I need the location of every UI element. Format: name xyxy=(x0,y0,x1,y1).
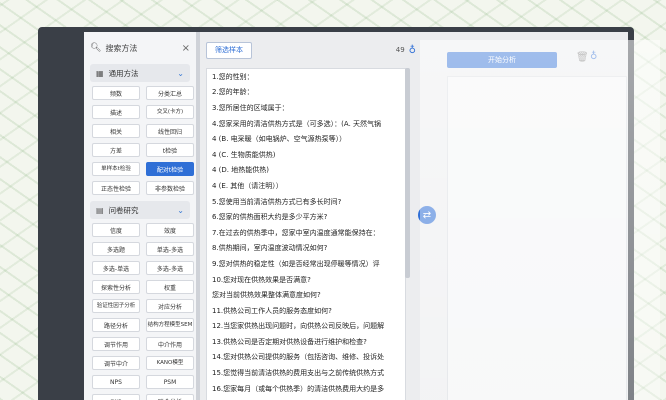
grid-icon: ▦ xyxy=(96,68,104,78)
method-sidebar: 🔍︎ 搜索方法 × ▦ 通用方法 ⌄ 频数 分类汇总 描述 交叉(卡方) 相关 线性回归方… xyxy=(84,32,197,400)
variable-item[interactable]: 4 (B. 电采暖（如电锅炉、空气源热泵等）） xyxy=(207,131,405,147)
app-window: 🔍︎ 搜索方法 × ▦ 通用方法 ⌄ 频数 分类汇总 描述 交叉(卡方) 相关 线性回归方… xyxy=(84,32,628,400)
variable-item[interactable]: 9.您对供热的稳定性（如是否经常出现停暖等情况）评 xyxy=(207,256,405,272)
method-button[interactable]: 交叉(卡方) xyxy=(146,105,194,119)
analysis-panel: 开始分析 🗑︎ ♁ xyxy=(444,40,628,400)
method-button[interactable]: 频数 xyxy=(92,86,140,100)
variable-item[interactable]: 4 (C. 生物质能供热) xyxy=(207,147,405,163)
variable-item[interactable]: 13.供热公司是否定期对供热设备进行维护和检查? xyxy=(207,334,405,350)
variable-item[interactable]: 4 (D. 地热能供热) xyxy=(207,163,405,179)
chevron-down-icon: ⌄ xyxy=(177,205,184,215)
variable-item[interactable]: 您对当前供热效果整体满意度如何? xyxy=(207,287,405,303)
variable-panel: 筛选样本 49 ♁ 1.您的性别： 2.您的年龄： 3.您所居住的区域属于： 4.您家… xyxy=(206,40,416,400)
questionnaire-methods-grid: 信度 效度 多选题 单选-多选 多选-单选 多选-多选 探索性分析 权重 验证性因子分析 对应分析… xyxy=(92,223,194,400)
chevron-down-icon: ⌄ xyxy=(177,68,184,78)
general-methods-grid: 频数 分类汇总 描述 交叉(卡方) 相关 线性回归 方差 t检验 单样本t检验 配对t检验 正态性检… xyxy=(92,86,194,195)
method-button[interactable]: 探索性分析 xyxy=(92,280,140,294)
method-button[interactable]: 多选题 xyxy=(92,242,140,256)
lightbulb-icon[interactable]: ♁ xyxy=(409,45,416,56)
method-button[interactable]: t检验 xyxy=(146,143,194,157)
method-button[interactable]: 路径分析 xyxy=(92,318,140,332)
method-button[interactable]: 信度 xyxy=(92,223,140,237)
analysis-drop-area[interactable] xyxy=(447,76,627,400)
variable-item[interactable]: 4 (E. 其他（请注明）） xyxy=(207,178,405,194)
start-analysis-button[interactable]: 开始分析 xyxy=(447,52,557,68)
section-general-methods[interactable]: ▦ 通用方法 ⌄ xyxy=(90,64,190,82)
variable-list-scrollbar[interactable] xyxy=(405,68,410,278)
variable-count: 49 xyxy=(395,46,405,54)
variable-item[interactable]: 1.您的性别： xyxy=(207,69,405,85)
method-button[interactable]: rwg xyxy=(92,394,140,400)
method-button[interactable]: 多选-多选 xyxy=(146,261,194,275)
section-label: 通用方法 xyxy=(108,68,139,78)
method-button[interactable]: 多选-单选 xyxy=(92,261,140,275)
method-button[interactable]: 调节作用 xyxy=(92,337,140,351)
method-button[interactable]: 单样本t检验 xyxy=(92,162,140,176)
method-button[interactable]: 正态性检验 xyxy=(92,181,140,195)
swap-icon[interactable]: ⇄ xyxy=(418,206,436,224)
close-icon[interactable]: × xyxy=(182,43,190,54)
method-button[interactable]: 线性回归 xyxy=(146,124,194,138)
method-search[interactable]: 🔍︎ 搜索方法 × xyxy=(90,36,190,60)
variable-item[interactable]: 4.您家采用的清洁供热方式是（可多选）：(A. 天然气锅 xyxy=(207,116,405,132)
method-button[interactable]: 描述 xyxy=(92,105,140,119)
filter-sample-button[interactable]: 筛选样本 xyxy=(206,41,252,59)
variable-item[interactable]: 3.您所居住的区域属于： xyxy=(207,100,405,116)
variable-item[interactable]: 6.您家的供热面积大约是多少平方米? xyxy=(207,209,405,225)
method-button[interactable]: PSM xyxy=(146,375,194,389)
variable-item[interactable]: 12.当您家供热出现问题时，向供热公司反映后，问题解 xyxy=(207,319,405,335)
variable-item[interactable]: 14.您对供热公司提供的服务（包括咨询、维修、投诉处 xyxy=(207,350,405,366)
method-button[interactable]: 中介作用 xyxy=(146,337,194,351)
method-button[interactable]: 配对t检验 xyxy=(146,162,194,176)
method-button[interactable]: 调节中介 xyxy=(92,356,140,370)
method-button[interactable]: 验证性因子分析 xyxy=(92,299,140,313)
monitor-screen: 🔍︎ 搜索方法 × ▦ 通用方法 ⌄ 频数 分类汇总 描述 交叉(卡方) 相关 线性回归方… xyxy=(38,27,634,400)
variable-item[interactable]: 5.您使用当前清洁供热方式已有多长时间? xyxy=(207,194,405,210)
variable-toolbar: 筛选样本 49 ♁ xyxy=(206,40,416,60)
lightbulb-icon[interactable]: ♁ xyxy=(590,51,597,62)
variable-item[interactable]: 7.在过去的供热季中，您家中室内温度通常能保持在： xyxy=(207,225,405,241)
method-button[interactable]: 方差 xyxy=(92,143,140,157)
method-button[interactable]: 对应分析 xyxy=(146,299,194,313)
variable-item[interactable]: 2.您的年龄： xyxy=(207,85,405,101)
variable-item[interactable]: 11.供热公司工作人员的服务态度如何? xyxy=(207,303,405,319)
variable-item[interactable]: 8.供热期间，室内温度波动情况如何? xyxy=(207,241,405,257)
sidebar-scrollbar[interactable] xyxy=(196,32,200,400)
variable-item[interactable]: 16.您家每月（或每个供热季）的清洁供热费用大约是多 xyxy=(207,381,405,397)
section-label: 问卷研究 xyxy=(108,205,139,215)
variable-list: 1.您的性别： 2.您的年龄： 3.您所居住的区域属于： 4.您家采用的清洁供热方式是… xyxy=(206,68,406,400)
variable-item[interactable]: 15.您觉得当前清洁供热的费用支出与之前传统供热方式 xyxy=(207,365,405,381)
method-button[interactable]: 相关 xyxy=(92,124,140,138)
method-button[interactable]: NPS xyxy=(92,375,140,389)
method-button[interactable]: 效度 xyxy=(146,223,194,237)
method-button[interactable]: 结构方程模型SEM xyxy=(146,318,194,332)
method-button[interactable]: 单选-多选 xyxy=(146,242,194,256)
document-icon: ▤ xyxy=(96,205,104,215)
variable-item[interactable]: 10.您对现在供热效果是否满意? xyxy=(207,272,405,288)
method-button[interactable]: 非参数检验 xyxy=(146,181,194,195)
section-questionnaire-research[interactable]: ▤ 问卷研究 ⌄ xyxy=(90,201,190,219)
trash-icon[interactable]: 🗑︎ xyxy=(576,52,589,63)
search-icon: 🔍︎ xyxy=(90,43,102,53)
method-button[interactable]: 分类汇总 xyxy=(146,86,194,100)
search-label: 搜索方法 xyxy=(105,43,138,53)
method-button[interactable]: 联合分析 xyxy=(146,394,194,400)
method-button[interactable]: 权重 xyxy=(146,280,194,294)
method-button[interactable]: KANO模型 xyxy=(146,356,194,370)
